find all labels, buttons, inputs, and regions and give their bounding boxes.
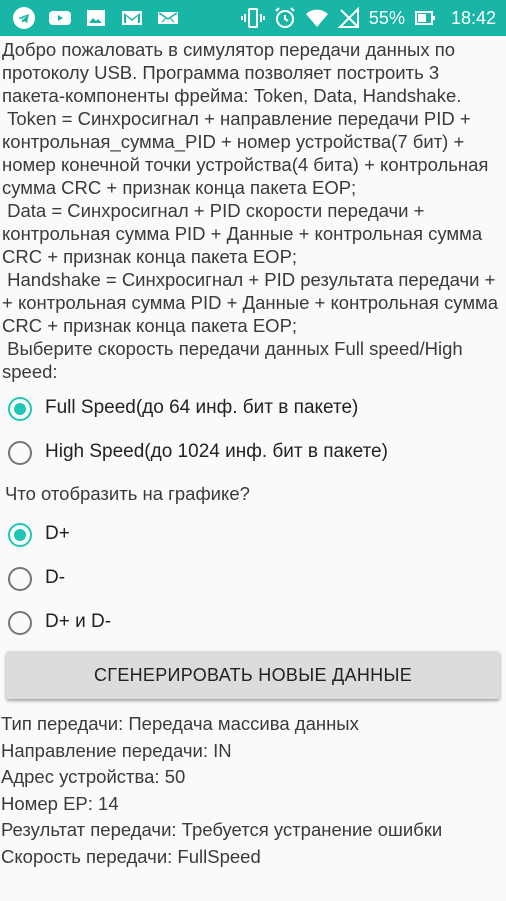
radio-label: High Speed(до 1024 инф. бит в пакете) [45, 441, 388, 462]
vibrate-icon [240, 8, 265, 28]
result-transfer-result: Результат передачи: Требуется устранение… [1, 819, 443, 840]
graph-radio-group: D+ D- D+ и D- [0, 513, 506, 645]
radio-button[interactable] [8, 567, 32, 591]
system-icons: 55% 18:42 [240, 6, 496, 30]
no-signal-icon [337, 6, 359, 28]
radio-label: Full Speed(до 64 инф. бит в пакете) [45, 397, 359, 418]
clock: 18:42 [450, 7, 496, 28]
radio-high-speed[interactable]: High Speed(до 1024 инф. бит в пакете) [0, 431, 506, 475]
generate-data-button[interactable]: СГЕНЕРИРОВАТЬ НОВЫЕ ДАННЫЕ [6, 651, 500, 699]
battery-icon [414, 11, 435, 25]
status-bar: 55% 18:42 [0, 0, 506, 36]
gmail-icon [122, 11, 142, 25]
radio-label: D- [45, 567, 66, 588]
radio-label: D+ и D- [45, 611, 112, 632]
graph-question: Что отобразить на графике? [5, 483, 250, 504]
message-icon [158, 12, 178, 24]
telegram-icon [13, 7, 35, 29]
radio-button-checked[interactable] [8, 397, 32, 421]
notification-icons [12, 6, 180, 30]
gallery-icon [87, 10, 105, 26]
radio-button-checked[interactable] [8, 523, 32, 547]
result-ep-number: Номер EP: 14 [1, 792, 119, 814]
results-list: Тип передачи: Передача массива данных На… [0, 711, 506, 870]
alarm-icon [275, 7, 295, 28]
intro-text: Добро пожаловать в симулятор передачи да… [2, 39, 499, 382]
radio-button[interactable] [8, 611, 32, 635]
battery-percent: 55% [368, 7, 405, 28]
result-device-address: Адрес устройства: 50 [1, 766, 186, 787]
radio-full-speed[interactable]: Full Speed(до 64 инф. бит в пакете) [0, 387, 506, 431]
wifi-icon [305, 9, 328, 27]
result-direction: Направление передачи: IN [1, 739, 232, 761]
result-speed: Скорость передачи: FullSpeed [1, 845, 261, 867]
radio-button[interactable] [8, 441, 32, 465]
radio-d-minus[interactable]: D- [0, 557, 506, 601]
youtube-icon [49, 11, 71, 25]
result-transfer-type: Тип передачи: Передача массива данных [1, 713, 359, 734]
radio-d-both[interactable]: D+ и D- [0, 601, 506, 645]
main-content: Добро пожаловать в симулятор передачи да… [0, 36, 506, 901]
speed-radio-group: Full Speed(до 64 инф. бит в пакете) High… [0, 387, 506, 475]
radio-label: D+ [45, 523, 70, 544]
radio-d-plus[interactable]: D+ [0, 513, 506, 557]
